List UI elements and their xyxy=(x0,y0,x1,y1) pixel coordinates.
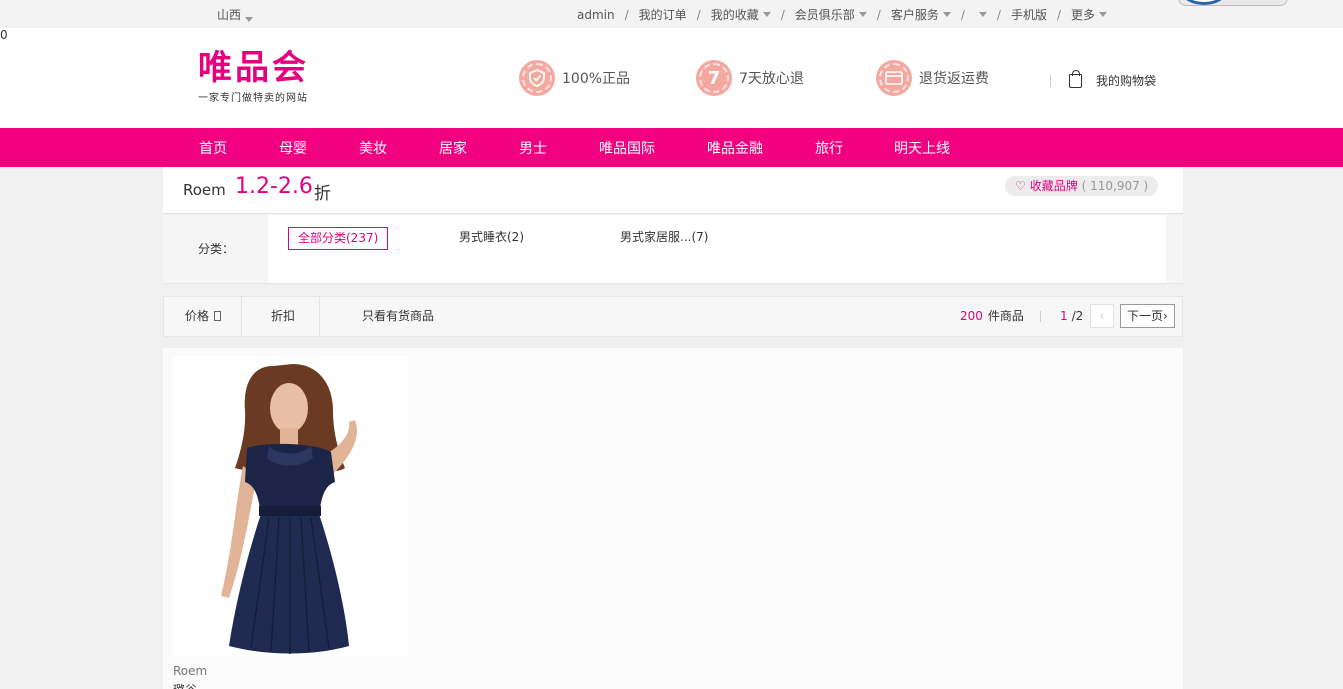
top-nav-label: 手机版 xyxy=(1010,8,1047,22)
main-nav-item[interactable]: 首页 xyxy=(199,138,227,158)
brand-name: Roem xyxy=(183,181,226,199)
page-total: /2 xyxy=(1071,309,1084,323)
nav-separator: / xyxy=(960,7,965,22)
promise-genuine[interactable]: 100%正品 xyxy=(519,60,630,96)
product-title[interactable]: 璐谷 xyxy=(173,681,197,689)
seven-days-icon: 7 xyxy=(696,60,732,96)
top-nav-item[interactable]: 客户服务 xyxy=(891,6,951,23)
chevron-down-icon xyxy=(1099,12,1108,17)
favorite-brand-button[interactable]: ♡ 收藏品牌 ( 110,907 ) xyxy=(1005,176,1159,196)
chevron-down-icon xyxy=(762,12,771,17)
promise-return[interactable]: 7 7天放心退 xyxy=(696,60,804,96)
prev-page-button[interactable]: ‹ xyxy=(1090,304,1114,328)
promise-label: 100%正品 xyxy=(562,71,631,87)
nav-separator: / xyxy=(996,7,1001,22)
woman-in-navy-dress-photo xyxy=(221,364,357,654)
top-nav-label: 更多 xyxy=(1071,8,1096,22)
nav-separator: / xyxy=(780,7,785,22)
in-stock-filter[interactable]: 只看有货商品 xyxy=(362,297,434,336)
top-nav-item[interactable]: 手机版 xyxy=(1011,6,1047,23)
main-nav-item[interactable]: 唯品国际 xyxy=(599,138,655,158)
promise-label: 7天放心退 xyxy=(739,71,804,87)
main-nav-item[interactable]: 母婴 xyxy=(279,138,307,158)
globe-icon xyxy=(1181,0,1227,5)
shopping-bag-icon xyxy=(1069,69,1082,88)
top-nav-label: admin xyxy=(577,7,615,22)
top-nav-label: 我的收藏 xyxy=(710,8,759,22)
logo-slogan: 一家专门做特卖的网站 xyxy=(198,93,308,104)
top-nav-item[interactable]: 我的收藏 xyxy=(711,6,771,23)
total-count: 200 件商品 xyxy=(960,297,1024,336)
shield-icon xyxy=(519,60,555,96)
next-page-button[interactable]: 下一页› xyxy=(1120,304,1175,328)
category-filter: 分类： 全部分类(237) 男式睡衣(2) 男式家居服...(7) xyxy=(163,215,1183,284)
category-option-homewear[interactable]: 男式家居服...(7) xyxy=(620,227,708,250)
top-nav-label: 会员俱乐部 xyxy=(794,8,855,22)
main-nav-item[interactable]: 唯品金融 xyxy=(707,138,763,158)
chevron-down-icon xyxy=(942,12,951,17)
total-number: 200 xyxy=(960,309,983,323)
brand-discount: 1.2-2.6 xyxy=(235,174,313,199)
sort-order-icon xyxy=(214,311,222,321)
category-option-sleepwear[interactable]: 男式睡衣(2) xyxy=(459,227,524,250)
nav-separator: / xyxy=(876,7,881,22)
main-nav-item[interactable]: 男士 xyxy=(519,138,547,158)
site-header: 唯品会 一家专门做特卖的网站 100%正品 7 7天放心退 退货返运费 我的购物… xyxy=(0,28,1343,128)
product-image[interactable] xyxy=(173,356,408,656)
cart-label: 我的购物袋 xyxy=(1096,74,1157,88)
top-nav-item[interactable]: 我的订单 xyxy=(639,6,687,23)
main-nav-item[interactable]: 居家 xyxy=(439,138,467,158)
top-nav-item[interactable]: admin xyxy=(577,8,615,22)
product-brand: Roem xyxy=(173,664,208,678)
product-card[interactable]: Roem 璐谷 xyxy=(173,356,408,689)
nav-separator: / xyxy=(1056,7,1062,22)
corner-widget[interactable] xyxy=(1178,0,1288,6)
chevron-down-icon xyxy=(978,12,987,17)
category-label: 分类： xyxy=(198,242,235,256)
brand-bar: Roem 1.2-2.6 折 ♡ 收藏品牌 ( 110,907 ) xyxy=(163,167,1183,214)
cart-link[interactable]: 我的购物袋 xyxy=(1050,69,1157,89)
top-nav-label: 客户服务 xyxy=(890,8,939,22)
page-indicator: 1/2 xyxy=(1060,297,1083,336)
card-icon xyxy=(876,60,912,96)
sort-price-label: 价格 xyxy=(185,309,210,323)
product-grid: Roem 璐谷 xyxy=(163,348,1183,689)
logo-text: 唯品会 xyxy=(198,48,309,88)
page-current: 1 xyxy=(1060,309,1068,323)
promise-shipping[interactable]: 退货返运费 xyxy=(876,60,989,96)
sort-bar: 价格 折扣 只看有货商品 200 件商品 1/2 ‹ 下一页› xyxy=(163,296,1183,337)
divider xyxy=(1050,74,1051,87)
discount-unit: 折 xyxy=(314,184,331,204)
sort-discount[interactable]: 折扣 xyxy=(271,297,295,336)
category-panel: 全部分类(237) 男式睡衣(2) 男式家居服...(7) xyxy=(268,215,1166,283)
logo[interactable]: 唯品会 一家专门做特卖的网站 xyxy=(198,48,309,104)
divider xyxy=(241,297,242,336)
total-unit: 件商品 xyxy=(987,309,1024,323)
region-selector[interactable]: 山西 xyxy=(217,6,254,23)
top-nav-label: 我的订单 xyxy=(638,8,687,22)
top-nav-item[interactable]: 更多 xyxy=(1071,6,1108,23)
top-nav-item[interactable] xyxy=(975,12,987,17)
cart-count-badge: 0 xyxy=(0,28,8,42)
main-nav-item[interactable]: 美妆 xyxy=(359,138,387,158)
nav-separator: / xyxy=(696,7,701,22)
main-nav: 首页 母婴 美妆 居家 男士 唯品国际 唯品金融 旅行 明天上线 xyxy=(0,128,1343,167)
chevron-down-icon xyxy=(245,17,254,22)
sort-price[interactable]: 价格 xyxy=(185,297,222,336)
favorite-count: ( 110,907 ) xyxy=(1081,179,1149,193)
main-nav-item[interactable]: 旅行 xyxy=(815,138,843,158)
main-nav-item[interactable]: 明天上线 xyxy=(894,138,950,158)
divider xyxy=(319,297,320,336)
top-nav: admin / 我的订单 / 我的收藏 / 会员俱乐部 / 客户服务 / / 手机版 / 更多 xyxy=(577,6,1108,23)
chevron-down-icon xyxy=(858,12,867,17)
region-label: 山西 xyxy=(217,8,242,22)
category-option-all[interactable]: 全部分类(237) xyxy=(288,227,389,250)
top-utility-bar: 山西 admin / 我的订单 / 我的收藏 / 会员俱乐部 / 客户服务 / / 手机版 / 更多 xyxy=(0,0,1343,28)
heart-icon: ♡ xyxy=(1015,179,1026,193)
top-nav-item[interactable]: 会员俱乐部 xyxy=(795,6,867,23)
favorite-label: 收藏品牌 xyxy=(1029,179,1078,193)
promise-label: 退货返运费 xyxy=(919,71,989,87)
divider xyxy=(1040,311,1041,322)
nav-separator: / xyxy=(624,7,629,22)
